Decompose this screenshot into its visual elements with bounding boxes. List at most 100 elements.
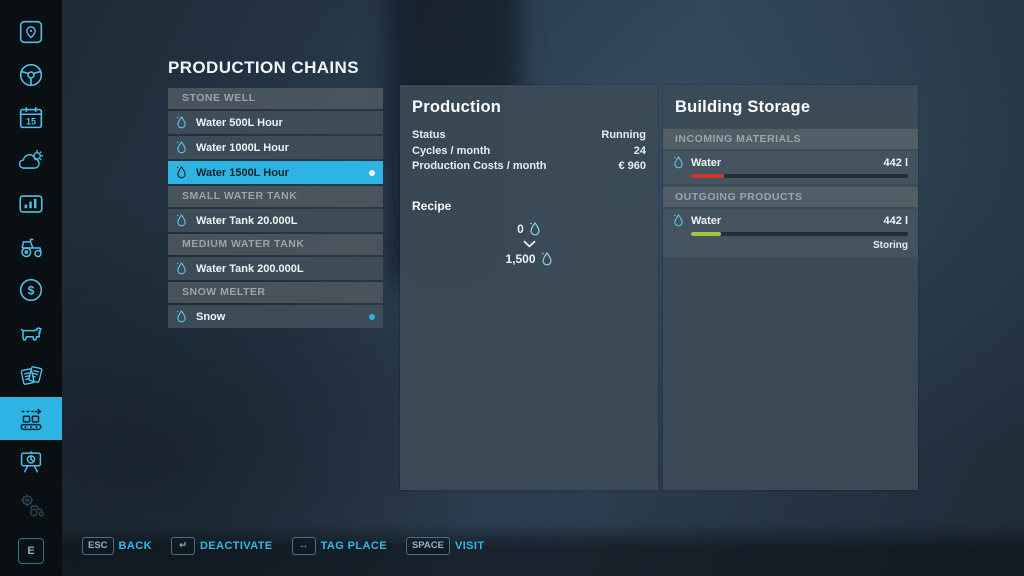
- fill-level-bar: [691, 174, 908, 178]
- recipe-output: 1,500: [505, 251, 552, 267]
- screen: 15 $ E PRODUCTION CHAINS STONE WELL Water 5…: [0, 0, 1024, 576]
- water-drop-icon: [176, 115, 187, 130]
- sidebar-item-animals[interactable]: [0, 311, 62, 354]
- sidebar-item-garage[interactable]: [0, 225, 62, 268]
- hint-bar: ESC BACK ↵DEACTIVATE ↔ TAG PLACE SPACE VISIT: [82, 537, 484, 555]
- hint-label: BACK: [119, 540, 152, 552]
- tractor-icon: [16, 232, 46, 262]
- hint-back[interactable]: ESC BACK: [82, 537, 152, 555]
- chain-item[interactable]: Water Tank 200.000L: [168, 257, 383, 280]
- key-cap: SPACE: [406, 537, 450, 555]
- water-drop-icon: [176, 140, 187, 155]
- contracts-icon: [16, 361, 46, 391]
- water-drop-icon: [673, 155, 684, 170]
- sidebar-item-vehicle[interactable]: [0, 53, 62, 96]
- calendar-icon: 15: [16, 103, 46, 133]
- chain-group-header: SNOW MELTER: [168, 282, 383, 303]
- storage-sections: INCOMING MATERIALS Water 442 l OUTGOING PRO…: [663, 128, 918, 257]
- sidebar-item-calendar[interactable]: 15: [0, 96, 62, 139]
- fill-level-bar: [691, 232, 908, 236]
- map-icon: [16, 17, 46, 47]
- storage-section-header: INCOMING MATERIALS: [663, 128, 918, 149]
- hint-deactivate[interactable]: ↵DEACTIVATE: [171, 537, 273, 555]
- sidebar: 15 $ E: [0, 0, 62, 576]
- stat-label: Status: [412, 128, 446, 144]
- water-drop-icon: [673, 213, 684, 228]
- chain-group-header: STONE WELL: [168, 88, 383, 109]
- active-indicator-dot: [369, 314, 375, 320]
- chain-group-header: MEDIUM WATER TANK: [168, 234, 383, 255]
- building-storage-panel: Building Storage INCOMING MATERIALSWater…: [663, 85, 918, 490]
- water-drop-icon: [529, 221, 541, 237]
- svg-text:15: 15: [26, 116, 36, 126]
- storage-amount: 442 l: [884, 157, 908, 169]
- storage-section-header: OUTGOING PRODUCTS: [663, 186, 918, 207]
- recipe-flow: 0 1,500: [400, 221, 658, 267]
- storage-amount: 442 l: [884, 215, 908, 227]
- chain-item-label: Water 1500L Hour: [196, 167, 289, 179]
- sidebar-item-money[interactable]: $: [0, 268, 62, 311]
- stat-value: € 960: [618, 159, 646, 175]
- key-cap: ESC: [82, 537, 114, 555]
- production-panel: Production Status Running Cycles / month 24…: [400, 85, 658, 490]
- production-chains-list: STONE WELL Water 500L Hour Water 1000L Hou…: [168, 88, 383, 330]
- chain-item[interactable]: Water Tank 20.000L: [168, 209, 383, 232]
- storage-status: Storing: [673, 240, 908, 251]
- water-drop-icon: [541, 251, 553, 267]
- active-indicator-dot: [369, 170, 375, 176]
- stat-value: Running: [601, 128, 646, 144]
- water-drop-icon: [176, 213, 187, 228]
- chain-item[interactable]: Water 1500L Hour: [168, 161, 383, 184]
- fill-level-bar-fill: [691, 174, 724, 178]
- production-stat-row: Status Running: [412, 128, 646, 144]
- chain-item[interactable]: Snow: [168, 305, 383, 328]
- storage-material-label: Water: [691, 215, 721, 227]
- chain-item[interactable]: Water 1000L Hour: [168, 136, 383, 159]
- sidebar-item-weather[interactable]: [0, 139, 62, 182]
- production-stat-row: Production Costs / month € 960: [412, 159, 646, 175]
- hint-tag-place[interactable]: ↔ TAG PLACE: [292, 537, 387, 555]
- hint-label: VISIT: [455, 540, 485, 552]
- stat-label: Production Costs / month: [412, 159, 546, 175]
- storage-row: Water 442 l: [663, 151, 918, 184]
- production-panel-title: Production: [412, 98, 646, 117]
- hint-visit[interactable]: SPACE VISIT: [406, 537, 485, 555]
- key-cap: ↵: [171, 537, 195, 555]
- sidebar-item-production-chains[interactable]: [0, 397, 62, 440]
- cow-icon: [16, 318, 46, 348]
- sidebar-item-statistics[interactable]: [0, 440, 62, 483]
- sidebar-item-finances[interactable]: [0, 182, 62, 225]
- chain-item-label: Water 500L Hour: [196, 117, 283, 129]
- chain-item[interactable]: Water 500L Hour: [168, 111, 383, 134]
- sidebar-item-map[interactable]: [0, 10, 62, 53]
- finances-chart-icon: [16, 189, 46, 219]
- sidebar-item-contracts[interactable]: [0, 354, 62, 397]
- page-title: PRODUCTION CHAINS: [168, 58, 359, 78]
- recipe-input-amount: 0: [517, 222, 524, 236]
- water-drop-icon: [176, 165, 187, 180]
- fill-level-bar-fill: [691, 232, 721, 236]
- menu-key-e[interactable]: E: [18, 538, 44, 564]
- water-drop-icon: [176, 309, 187, 324]
- stat-label: Cycles / month: [412, 144, 490, 160]
- storage-material-label: Water: [691, 157, 721, 169]
- production-stats: StatusRunningCycles / month24Production …: [400, 128, 658, 175]
- sidebar-item-workshop[interactable]: [0, 483, 62, 526]
- building-storage-title: Building Storage: [675, 98, 906, 117]
- hint-label: TAG PLACE: [321, 540, 387, 552]
- recipe-output-amount: 1,500: [505, 252, 535, 266]
- chain-item-label: Snow: [196, 311, 225, 323]
- recipe-title: Recipe: [412, 199, 646, 213]
- chain-group-header: SMALL WATER TANK: [168, 186, 383, 207]
- stat-value: 24: [634, 144, 646, 160]
- storage-row: Water 442 l Storing: [663, 209, 918, 257]
- workshop-gear-icon: [16, 490, 46, 520]
- key-cap: ↔: [292, 537, 316, 555]
- production-stat-row: Cycles / month 24: [412, 144, 646, 160]
- chain-item-label: Water Tank 200.000L: [196, 263, 304, 275]
- water-drop-icon: [176, 261, 187, 276]
- svg-text:$: $: [28, 283, 35, 297]
- production-chain-icon: [16, 404, 46, 434]
- dollar-coin-icon: $: [16, 275, 46, 305]
- statistics-board-icon: [16, 447, 46, 477]
